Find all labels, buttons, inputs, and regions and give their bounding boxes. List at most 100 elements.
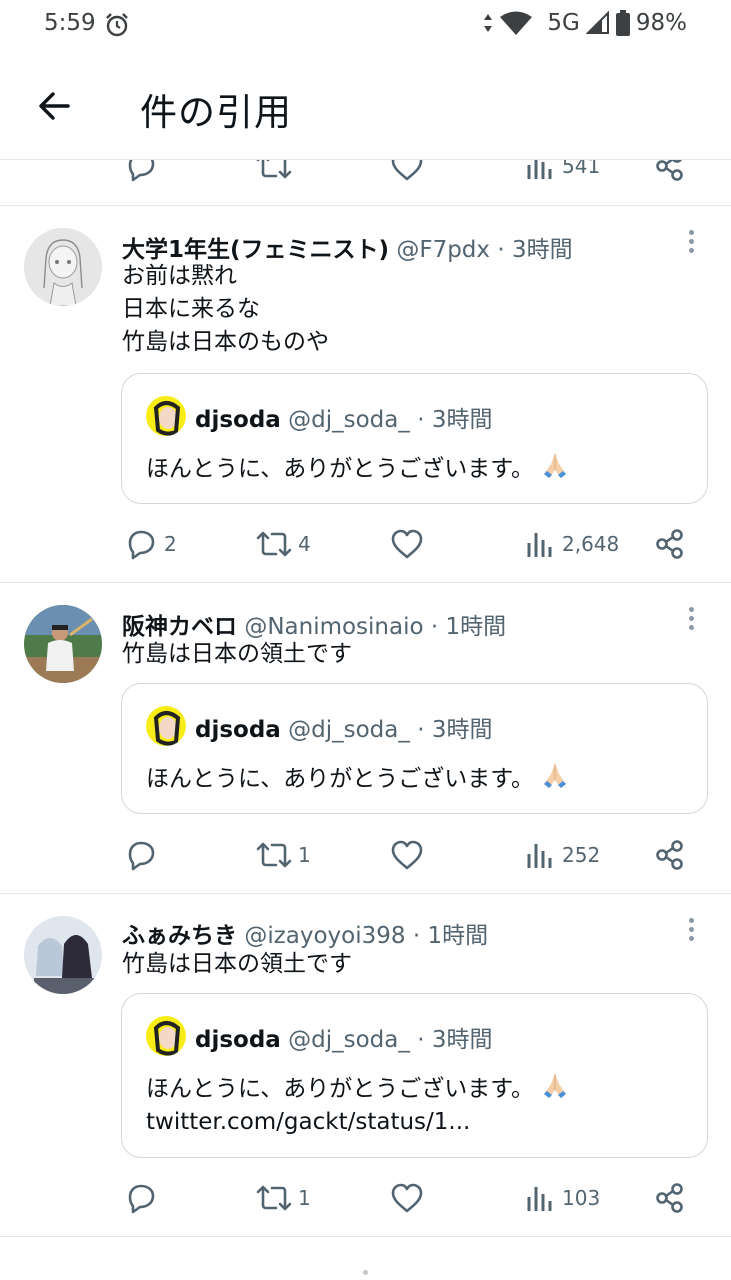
quoted-handle: @dj_soda_ [288,407,410,433]
tweet-text: 竹島は日本の領土です [122,948,352,981]
quoted-text: ほんとうに、ありがとうございます。 [146,450,570,486]
reply-button[interactable] [122,835,164,875]
quoted-tweet[interactable]: djsoda @dj_soda_ · 3時間 ほんとうに、ありがとうございます。… [121,993,708,1158]
status-bar: 5:59 5G 98% [0,0,731,52]
tweet-text: 竹島は日本の領土です [122,638,352,671]
reply-icon [128,530,155,560]
share-icon [656,1183,683,1213]
avatar-image [24,605,102,683]
more-options-button[interactable] [687,607,695,635]
avatar[interactable] [24,916,102,994]
tweet-text-line: 竹島は日本の領土です [122,641,352,667]
views-button[interactable]: 252 [522,835,600,875]
tweet-text: お前は黙れ 日本に来るな 竹島は日本のものや [122,260,329,359]
tweet-text-line: 竹島は日本のものや [122,329,329,355]
battery-icon [615,10,630,36]
status-time: 5:59 [44,10,96,36]
like-button[interactable] [388,835,430,875]
quoted-header: djsoda @dj_soda_ · 3時間 [195,400,492,434]
more-options-button[interactable] [687,230,695,258]
page-title: 件の引用 [140,91,292,134]
views-button[interactable]: 103 [522,1178,600,1218]
tweet-header: ふぁみちき @izayoyoi398 · 1時間 [122,916,488,950]
retweet-button[interactable]: 4 [254,524,311,564]
retweet-icon [256,531,292,557]
avatar[interactable] [24,605,102,683]
network-type: 5G [547,10,580,36]
retweet-icon [256,1185,292,1211]
avatar[interactable] [24,228,102,306]
data-arrows-icon [484,14,493,32]
quoted-text-body: ほんとうに、ありがとうございます。 [146,766,535,792]
tweet[interactable]: 大学1年生(フェミニスト) @F7pdx · 3時間 お前は黙れ 日本に来るな … [0,206,731,583]
tweet-header: 阪神カベロ @Nanimosinaio · 1時間 [122,607,506,641]
retweet-button[interactable] [254,160,294,186]
views-count: 252 [562,843,601,867]
djsoda-avatar-image [146,706,186,746]
quoted-display-name: djsoda [195,1027,281,1053]
heart-icon [391,1183,423,1213]
folded-hands-emoji [544,453,567,478]
quoted-text-body: ほんとうに、ありがとうございます。 [146,456,535,482]
display-name[interactable]: 阪神カベロ [122,614,237,640]
share-icon [656,160,683,181]
share-button[interactable] [652,524,688,564]
quoted-display-name: djsoda [195,717,281,743]
heart-icon [391,840,423,870]
retweet-count: 1 [298,843,311,867]
tweet-time: · 1時間 [430,614,507,640]
share-button[interactable] [652,160,688,186]
djsoda-avatar-image [146,396,186,436]
views-button[interactable]: 541 [522,160,600,186]
quoted-tweet[interactable]: djsoda @dj_soda_ · 3時間 ほんとうに、ありがとうございます。 [121,683,708,814]
reply-button[interactable] [122,160,160,186]
user-handle[interactable]: @izayoyoi398 [244,923,405,949]
quoted-time: · 3時間 [417,717,493,743]
share-button[interactable] [652,1178,688,1218]
reply-button[interactable] [122,1178,164,1218]
retweet-button[interactable]: 1 [254,835,311,875]
tweet-text-line: 竹島は日本の領土です [122,951,352,977]
arrow-left-icon [39,92,70,120]
display-name[interactable]: ふぁみちき [122,923,237,949]
quoted-header: djsoda @dj_soda_ · 3時間 [195,1020,492,1054]
reply-button[interactable]: 2 [122,524,177,564]
back-button[interactable] [32,84,76,128]
tweet[interactable]: ふぁみちき @izayoyoi398 · 1時間 竹島は日本の領土です djso… [0,894,731,1237]
tweet[interactable]: 阪神カベロ @Nanimosinaio · 1時間 竹島は日本の領土です djs… [0,583,731,894]
retweet-icon [256,160,292,179]
retweet-count: 4 [298,532,311,556]
wifi-icon [500,11,533,35]
views-button[interactable]: 2,648 [522,524,619,564]
heart-icon [391,160,423,181]
loading-indicator [363,1270,368,1275]
views-chart-icon [527,533,552,557]
tweet-actions: 1 252 [122,835,702,875]
top-app-bar: 件の引用 [0,52,731,160]
share-icon [656,529,683,559]
views-chart-icon [527,844,552,868]
tweet-actions: 2 4 2,648 [122,524,702,564]
heart-icon [391,529,423,559]
more-options-button[interactable] [687,918,695,946]
views-count: 2,648 [562,532,620,556]
quoted-avatar [146,706,186,746]
views-count: 541 [562,160,601,178]
user-handle[interactable]: @Nanimosinaio [244,614,423,640]
quoted-link[interactable]: twitter.com/gackt/status/1... [146,1106,570,1139]
quoted-tweet[interactable]: djsoda @dj_soda_ · 3時間 ほんとうに、ありがとうございます。 [121,373,708,504]
djsoda-avatar-image [146,1016,186,1056]
retweet-button[interactable]: 1 [254,1178,311,1218]
tweet-text-line: お前は黙れ [122,263,237,289]
battery-level: 98% [635,10,687,36]
quoted-avatar [146,396,186,436]
share-icon [656,840,683,870]
like-button[interactable] [388,524,430,564]
like-button[interactable] [388,1178,430,1218]
avatar-image [24,228,102,306]
quoted-display-name: djsoda [195,407,281,433]
like-button[interactable] [388,160,426,186]
user-handle[interactable]: @F7pdx [396,237,490,263]
reply-icon [128,841,155,871]
share-button[interactable] [652,835,688,875]
